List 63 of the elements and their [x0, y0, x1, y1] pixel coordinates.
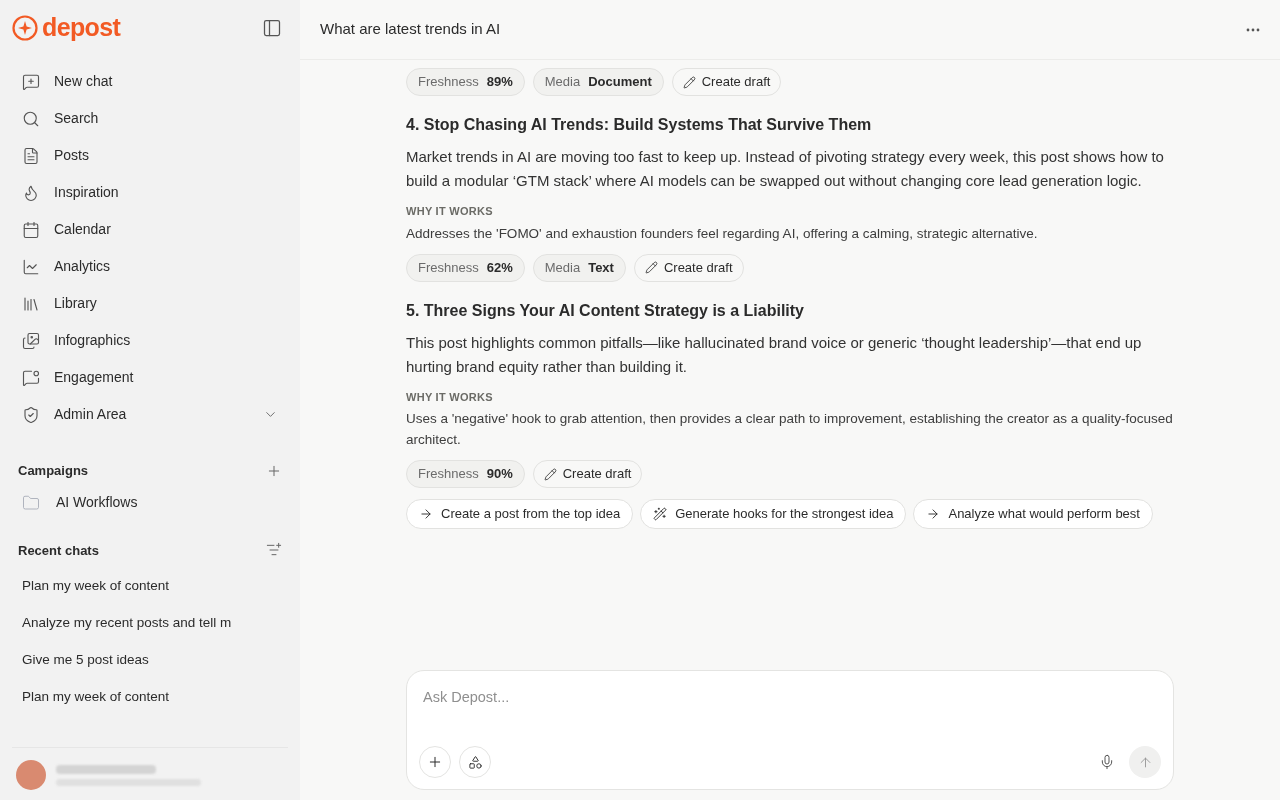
tag: Media Text — [532, 253, 626, 282]
sidebar-item[interactable]: Admin Area — [12, 396, 288, 433]
folder-icon — [22, 493, 40, 512]
message-input[interactable]: Ask Depost... — [419, 681, 1161, 713]
create-draft-button[interactable]: Create draft — [671, 68, 782, 96]
shield-check-icon — [22, 405, 40, 424]
pencil-icon — [682, 75, 696, 89]
microphone-button[interactable] — [1099, 754, 1115, 770]
sidebar-item[interactable]: Search — [12, 100, 288, 137]
suggestion-button[interactable]: Generate hooks for the strongest idea — [640, 499, 907, 529]
chat-title: What are latest trends in AI — [320, 19, 501, 40]
new-chat-icon — [22, 72, 40, 91]
calendar-icon — [22, 220, 40, 239]
pencil-icon — [644, 261, 658, 274]
sidebar-item[interactable]: Calendar — [12, 211, 288, 248]
section-heading: Campaigns — [18, 462, 89, 480]
message-field[interactable]: Ask Depost... — [406, 670, 1174, 790]
sidebar-item[interactable]: Posts — [12, 137, 288, 174]
sidebar-item[interactable]: Infographics — [12, 322, 288, 359]
search-icon — [22, 109, 40, 128]
sidebar-item[interactable]: New chat — [12, 63, 288, 100]
tag: Freshness 90% — [406, 460, 525, 488]
more-button[interactable] — [1246, 27, 1260, 32]
sidebar-item[interactable]: Inspiration — [12, 174, 288, 211]
sidebar-item[interactable]: Analytics — [12, 248, 288, 285]
plus-icon — [427, 754, 443, 770]
suggestion-button[interactable]: Create a post from the top idea — [406, 499, 634, 529]
idea-body: This post highlights common pitfalls—like hallucinated brand voice or generic ‘thought leadership’—that end up hurting brand equity rather than building it. — [406, 332, 1143, 377]
recent-chat-item[interactable]: Plan my week of content — [12, 568, 288, 605]
chat-bubble-icon — [22, 368, 40, 387]
sidebar-item[interactable]: Library — [12, 285, 288, 322]
shapes-icon — [467, 754, 483, 770]
avatar[interactable] — [16, 760, 46, 790]
microphone-icon — [1099, 754, 1115, 770]
pencil-icon — [543, 467, 557, 481]
recent-chat-item[interactable]: Plan my week of content — [12, 679, 288, 716]
create-draft-button[interactable]: Create draft — [532, 460, 643, 488]
line-chart-icon — [22, 257, 40, 276]
campaign-item[interactable]: AI Workflows — [12, 484, 288, 521]
logo-icon — [12, 15, 38, 41]
why-text: Addresses the 'FOMO' and exhaustion founders feel regarding AI, offering a calming, strategic alternative. — [406, 224, 1039, 243]
why-label: WHY IT WORKS — [406, 204, 494, 219]
flame-icon — [22, 183, 40, 202]
document-icon — [22, 146, 40, 165]
section-heading: Recent chats — [18, 541, 99, 560]
magic-wand-icon — [653, 507, 668, 521]
idea-body: Market trends in AI are moving too fast to keep up. Instead of pivoting strategy every week, this post shows how to build a modular ‘GTM stack’ where AI models can be swapped out without changing core lead generation logic. — [406, 147, 1165, 191]
why-label: WHY IT WORKS — [406, 389, 494, 405]
tag: Freshness 62% — [406, 253, 525, 282]
tag: Freshness 89% — [406, 68, 525, 96]
idea-title: 5. Three Signs Your AI Content Strategy is a Liability — [406, 300, 805, 321]
recent-chat-item[interactable]: Analyze my recent posts and tell m — [12, 605, 288, 642]
more-icon — [1246, 27, 1260, 32]
panel-icon — [262, 18, 282, 38]
logo-text: depost — [42, 12, 121, 44]
tag: Media Document — [532, 68, 664, 96]
images-icon — [22, 331, 40, 350]
why-text: Uses a 'negative' hook to grab attention, then provides a clear path to improvement, establishing the creator as a quality-focused architect. — [406, 410, 1174, 449]
suggestion-button[interactable]: Analyze what would perform best — [913, 499, 1153, 529]
sidebar-item[interactable]: Engagement — [12, 359, 288, 396]
idea-title: 4. Stop Chasing AI Trends: Build Systems That Survive Them — [406, 115, 873, 135]
create-draft-button[interactable]: Create draft — [633, 253, 744, 282]
recent-chat-item[interactable]: Give me 5 post ideas — [12, 642, 288, 679]
